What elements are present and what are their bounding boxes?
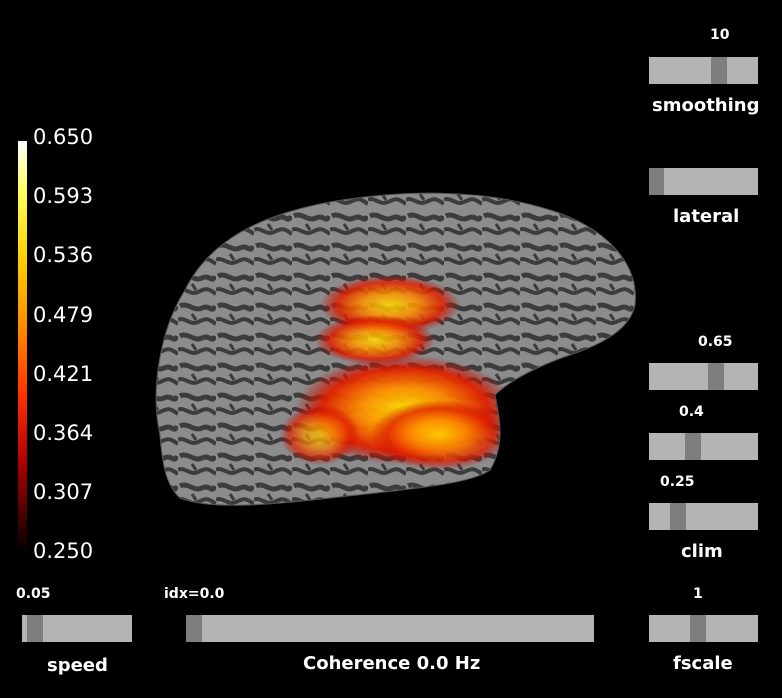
clim-title: clim xyxy=(681,541,723,562)
colorbar-tick: 0.364 xyxy=(33,421,94,445)
clim-high-slider-thumb[interactable] xyxy=(708,363,724,390)
clim-low-slider-thumb[interactable] xyxy=(670,503,686,530)
brain-surface-view[interactable] xyxy=(140,180,650,520)
colorbar-tick: 0.307 xyxy=(33,480,94,504)
colorbar xyxy=(18,141,27,552)
clim-low-value: 0.25 xyxy=(660,474,695,490)
speed-slider[interactable] xyxy=(22,615,132,642)
time-index-value: idx=0.0 xyxy=(164,586,225,602)
view-title: lateral xyxy=(673,206,740,227)
colorbar-tick: 0.479 xyxy=(33,303,94,327)
colorbar-tick: 0.593 xyxy=(33,184,94,208)
smoothing-slider-thumb[interactable] xyxy=(711,57,727,84)
brain-surface-render xyxy=(155,192,636,506)
clim-mid-value: 0.4 xyxy=(679,404,704,420)
time-slider[interactable] xyxy=(186,615,594,642)
smoothing-slider[interactable] xyxy=(649,57,758,84)
clim-high-slider[interactable] xyxy=(649,363,758,390)
fscale-title: fscale xyxy=(673,653,733,674)
view-slider[interactable] xyxy=(649,168,758,195)
colorbar-tick: 0.650 xyxy=(33,125,94,149)
fscale-value: 1 xyxy=(693,586,703,602)
time-title: Coherence 0.0 Hz xyxy=(303,653,481,674)
fscale-slider[interactable] xyxy=(649,615,758,642)
colorbar-tick: 0.250 xyxy=(33,539,94,563)
speed-value: 0.05 xyxy=(16,586,51,602)
colorbar-tick: 0.421 xyxy=(33,362,94,386)
speed-slider-thumb[interactable] xyxy=(27,615,43,642)
clim-low-slider[interactable] xyxy=(649,503,758,530)
clim-high-value: 0.65 xyxy=(698,334,733,350)
time-slider-thumb[interactable] xyxy=(186,615,202,642)
colorbar-tick: 0.536 xyxy=(33,243,94,267)
fscale-slider-thumb[interactable] xyxy=(690,615,706,642)
smoothing-value: 10 xyxy=(710,27,730,43)
view-slider-thumb[interactable] xyxy=(649,168,664,195)
clim-mid-slider[interactable] xyxy=(649,433,758,460)
smoothing-title: smoothing xyxy=(652,95,760,116)
speed-title: speed xyxy=(47,655,108,676)
clim-mid-slider-thumb[interactable] xyxy=(685,433,701,460)
